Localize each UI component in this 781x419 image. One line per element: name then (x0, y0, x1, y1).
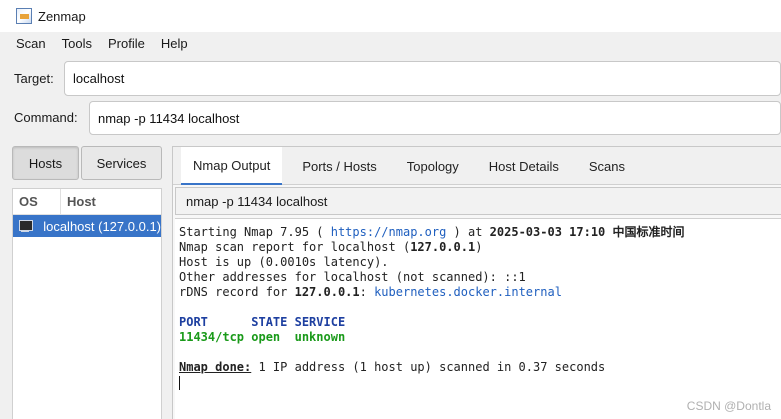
target-label: Target: (14, 71, 54, 86)
output-line-1: Starting Nmap 7.95 ( https://nmap.org ) … (179, 225, 685, 239)
os-cell (13, 219, 37, 233)
port-row: 11434/tcp open unknown (179, 330, 346, 344)
tab-ports-hosts[interactable]: Ports / Hosts (290, 147, 388, 185)
menu-tools[interactable]: Tools (54, 32, 100, 56)
output-line-3: Host is up (0.0010s latency). (179, 255, 389, 269)
results-panel: Nmap Output Ports / Hosts Topology Host … (172, 146, 781, 419)
output-done-line: Nmap done: 1 IP address (1 host up) scan… (179, 360, 606, 374)
tab-topology[interactable]: Topology (395, 147, 471, 185)
output-line-2: Nmap scan report for localhost (127.0.0.… (179, 240, 483, 254)
menu-help[interactable]: Help (153, 32, 196, 56)
os-column-header[interactable]: OS (13, 189, 61, 214)
nmap-output-text[interactable]: Starting Nmap 7.95 ( https://nmap.org ) … (175, 218, 781, 419)
host-row[interactable]: localhost (127.0.0.1) (13, 215, 161, 237)
menu-bar: Scan Tools Profile Help (0, 32, 781, 56)
tab-scans[interactable]: Scans (577, 147, 637, 185)
command-value: nmap -p 11434 localhost (98, 110, 240, 126)
host-name: localhost (127.0.0.1) (43, 218, 161, 234)
nmap-url-link[interactable]: https://nmap.org (331, 225, 447, 239)
zenmap-app-icon (16, 8, 32, 24)
host-column-header[interactable]: Host (61, 189, 96, 214)
computer-os-icon (18, 219, 34, 233)
text-cursor (179, 375, 180, 390)
hosts-services-toggle: Hosts Services (12, 146, 162, 180)
output-line-5: rDNS record for 127.0.0.1: kubernetes.do… (179, 285, 562, 299)
window-title: Zenmap (38, 8, 86, 24)
scan-command-selector[interactable]: nmap -p 11434 localhost (175, 187, 781, 215)
tab-host-details[interactable]: Host Details (477, 147, 571, 185)
results-tabs: Nmap Output Ports / Hosts Topology Host … (173, 147, 781, 185)
menu-profile[interactable]: Profile (100, 32, 153, 56)
hosts-list: OS Host localhost (127.0.0.1) (12, 188, 162, 419)
watermark: CSDN @Dontla (686, 399, 771, 413)
selected-command: nmap -p 11434 localhost (186, 193, 328, 209)
menu-scan[interactable]: Scan (8, 32, 54, 56)
port-table-header: PORT STATE SERVICE (179, 315, 346, 329)
hosts-button[interactable]: Hosts (12, 146, 79, 180)
hosts-table-header: OS Host (13, 189, 161, 215)
command-input[interactable]: nmap -p 11434 localhost (89, 101, 781, 135)
title-bar: Zenmap (0, 0, 781, 32)
target-value: localhost (73, 71, 125, 86)
target-input[interactable]: localhost (64, 61, 781, 96)
services-button[interactable]: Services (81, 146, 162, 180)
command-label: Command: (14, 110, 78, 125)
tab-nmap-output[interactable]: Nmap Output (181, 147, 283, 185)
output-line-4: Other addresses for localhost (not scann… (179, 270, 526, 284)
